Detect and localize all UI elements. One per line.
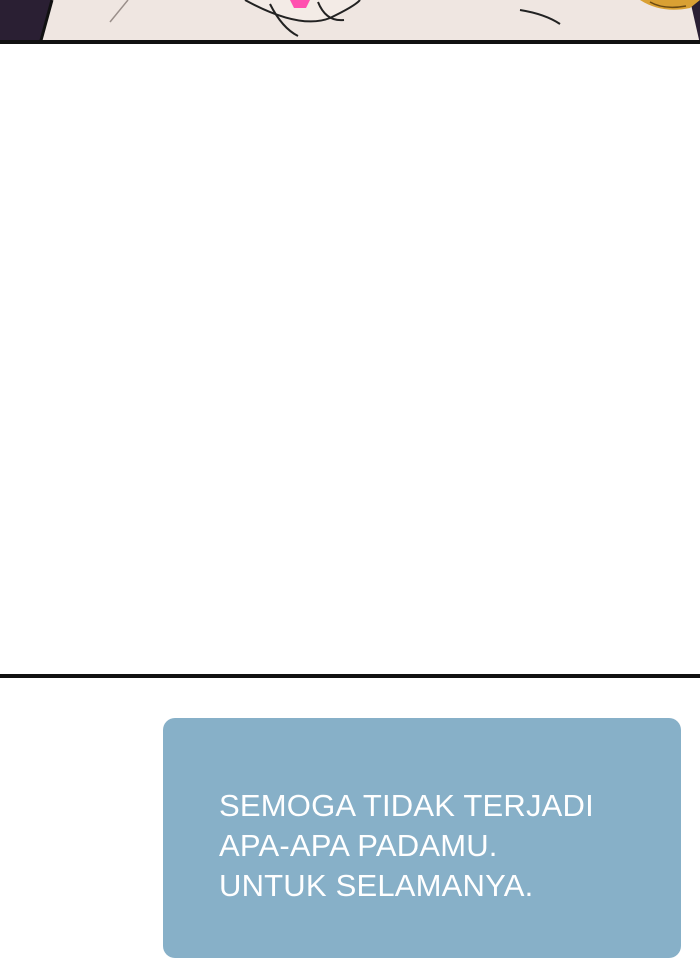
caption-line: APA-APA PADAMU. [219,828,498,863]
hands-illustration [0,0,700,44]
caption-box: SEMOGA TIDAK TERJADI APA-APA PADAMU. UNT… [163,718,681,958]
panel-border [0,674,700,678]
caption-line: UNTUK SELAMANYA. [219,868,534,903]
blank-panel [0,44,700,676]
caption-text: SEMOGA TIDAK TERJADI APA-APA PADAMU. UNT… [219,786,659,906]
caption-line: SEMOGA TIDAK TERJADI [219,788,594,823]
comic-panel-top [0,0,700,44]
